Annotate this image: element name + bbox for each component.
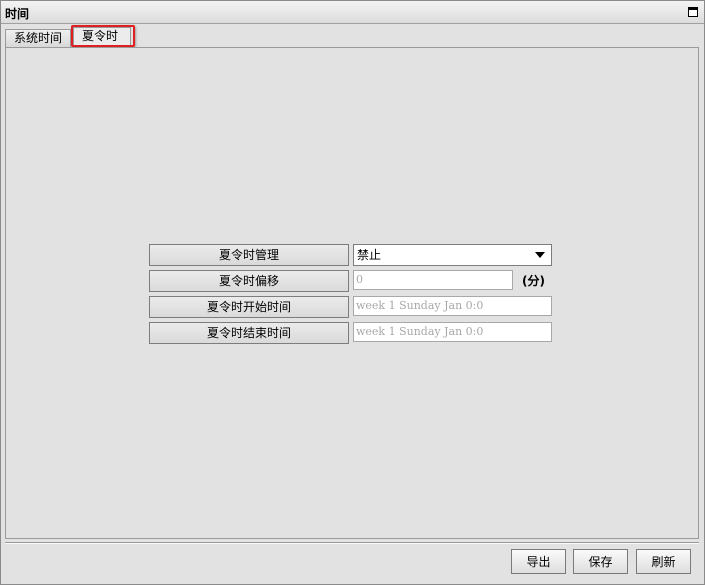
dst-offset-label: 夏令时偏移 xyxy=(149,270,349,292)
footer-divider xyxy=(5,542,699,544)
dst-management-select[interactable]: 禁止 xyxy=(353,244,552,266)
dst-end-row: 夏令时结束时间 week 1 Sunday Jan 0:0 xyxy=(149,322,569,344)
tab-bar: 系统时间 夏令时 xyxy=(5,25,701,47)
dst-start-row: 夏令时开始时间 week 1 Sunday Jan 0:0 xyxy=(149,296,569,318)
dst-start-input[interactable]: week 1 Sunday Jan 0:0 xyxy=(353,296,552,316)
dst-management-value: 禁止 xyxy=(357,248,382,262)
tab-panel: 夏令时管理 禁止 夏令时偏移 0 (分) 夏令时开始时间 week 1 Sund… xyxy=(5,47,699,539)
time-window: 时间 系统时间 夏令时 夏令时管理 禁止 夏令时偏移 0 (分) 夏令时开始时间 xyxy=(0,0,705,585)
maximize-icon[interactable] xyxy=(688,7,698,17)
dst-offset-row: 夏令时偏移 0 (分) xyxy=(149,270,569,292)
dst-end-input[interactable]: week 1 Sunday Jan 0:0 xyxy=(353,322,552,342)
dst-start-label: 夏令时开始时间 xyxy=(149,296,349,318)
tab-daylight-saving[interactable]: 夏令时 xyxy=(73,27,131,47)
title-bar: 时间 xyxy=(1,1,704,24)
save-button[interactable]: 保存 xyxy=(573,549,628,574)
dst-offset-input[interactable]: 0 xyxy=(353,270,513,290)
window-title: 时间 xyxy=(5,7,30,21)
refresh-button[interactable]: 刷新 xyxy=(636,549,691,574)
dst-management-label: 夏令时管理 xyxy=(149,244,349,266)
dst-offset-unit: (分) xyxy=(522,274,545,288)
chevron-down-icon[interactable] xyxy=(535,252,545,258)
tab-system-time[interactable]: 系统时间 xyxy=(5,29,71,47)
dst-management-row: 夏令时管理 禁止 xyxy=(149,244,569,266)
dst-end-label: 夏令时结束时间 xyxy=(149,322,349,344)
export-button[interactable]: 导出 xyxy=(511,549,566,574)
